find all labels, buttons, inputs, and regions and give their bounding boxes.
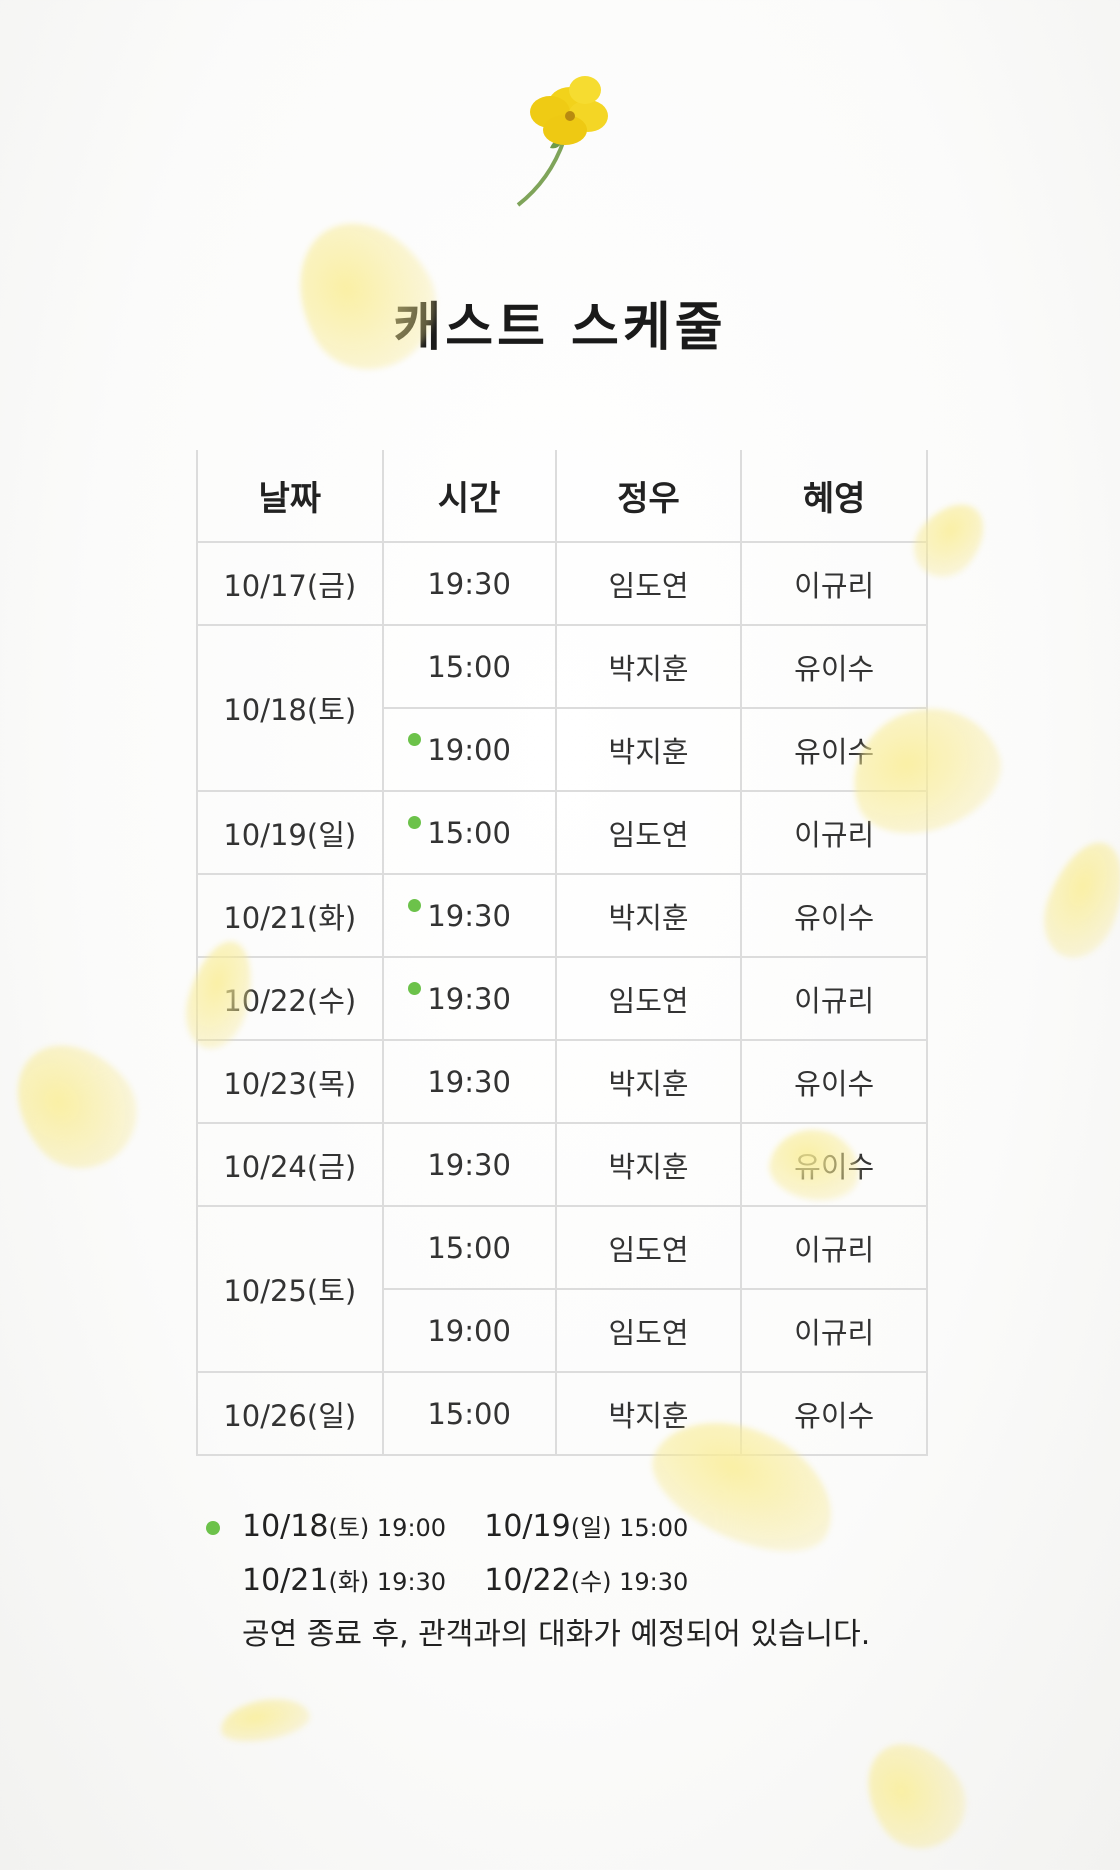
- table-row: 10/22(수) 19:30 임도연 이규리: [196, 956, 928, 1041]
- date-cell: 10/25(토): [196, 1205, 384, 1373]
- table-row: 10/18(토) 15:00 박지훈 유이수: [196, 624, 928, 792]
- time-cell: 15:00: [381, 624, 557, 709]
- date-cell: 10/26(일): [196, 1371, 384, 1456]
- time-text: 19:30: [427, 981, 511, 1016]
- header-jungwoo: 정우: [554, 450, 743, 543]
- time-cell: 15:00: [381, 1205, 557, 1290]
- time-cell: 19:00: [381, 1288, 557, 1373]
- note-date: 10/18: [242, 1509, 329, 1544]
- note-time: 19:30: [369, 1568, 447, 1596]
- petal-decoration: [1031, 831, 1120, 969]
- table-header-row: 날짜 시간 정우 혜영: [196, 450, 928, 543]
- time-text: 19:00: [427, 732, 511, 767]
- date-cell: 10/21(화): [196, 873, 384, 958]
- table-row: 10/21(화) 19:30 박지훈 유이수: [196, 873, 928, 958]
- note-day: (토): [328, 1514, 370, 1542]
- time-cell: 19:30: [381, 1122, 557, 1207]
- talk-event-dot-icon: [407, 816, 421, 829]
- talk-event-description: 공연 종료 후, 관객과의 대화가 예정되어 있습니다.: [242, 1617, 871, 1652]
- time-text: 15:00: [427, 1396, 511, 1431]
- time-cell: 19:30: [381, 956, 557, 1041]
- table-row: 10/17(금) 19:30 임도연 이규리: [196, 541, 928, 626]
- header-date: 날짜: [196, 450, 384, 543]
- date-cell: 10/18(토): [196, 624, 384, 792]
- table-row: 10/19(일) 15:00 임도연 이규리: [196, 790, 928, 875]
- notes-line: 10/18(토) 19:00 10/19(일) 15:00: [206, 1500, 870, 1554]
- hyeyoung-cast-cell: 이규리: [740, 790, 928, 875]
- note-day: (화): [328, 1568, 370, 1596]
- hyeyoung-cast-cell: 이규리: [740, 1205, 928, 1290]
- time-cell: 15:00: [381, 1371, 557, 1456]
- jungwoo-cast-cell: 박지훈: [554, 1122, 743, 1207]
- note-time: 15:00: [611, 1514, 689, 1542]
- hyeyoung-cast-cell: 이규리: [740, 1288, 928, 1373]
- time-cell: 15:00: [381, 790, 557, 875]
- petal-decoration: [846, 1724, 984, 1866]
- time-text: 19:00: [427, 1313, 511, 1348]
- table-row: 10/26(일) 15:00 박지훈 유이수: [196, 1371, 928, 1456]
- talk-event-dot-icon: [206, 1521, 220, 1535]
- hyeyoung-cast-cell: 유이수: [740, 873, 928, 958]
- jungwoo-cast-cell: 임도연: [554, 1288, 743, 1373]
- note-day: (일): [570, 1514, 612, 1542]
- hyeyoung-cast-cell: 이규리: [740, 541, 928, 626]
- jungwoo-cast-cell: 박지훈: [554, 1371, 743, 1456]
- time-text: 19:30: [427, 898, 511, 933]
- time-cell: 19:30: [381, 541, 557, 626]
- table-row: 10/25(토) 15:00 임도연 이규리: [196, 1205, 928, 1373]
- note-date: 10/21: [242, 1563, 329, 1598]
- note-time: 19:00: [369, 1514, 447, 1542]
- date-cell: 10/19(일): [196, 790, 384, 875]
- notes-line: 공연 종료 후, 관객과의 대화가 예정되어 있습니다.: [206, 1608, 870, 1662]
- hyeyoung-cast-cell: 유이수: [740, 1039, 928, 1124]
- header-hyeyoung: 혜영: [740, 450, 928, 543]
- time-text: 15:00: [427, 815, 511, 850]
- jungwoo-cast-cell: 박지훈: [554, 624, 743, 709]
- note-date: 10/22: [484, 1563, 571, 1598]
- hyeyoung-cast-cell: 유이수: [740, 1122, 928, 1207]
- time-text: 19:30: [427, 566, 511, 601]
- note-time: 19:30: [611, 1568, 689, 1596]
- note-date: 10/19: [484, 1509, 571, 1544]
- jungwoo-cast-cell: 임도연: [554, 541, 743, 626]
- jungwoo-cast-cell: 박지훈: [554, 873, 743, 958]
- petal-decoration: [0, 1019, 159, 1191]
- table-row: 10/24(금) 19:30 박지훈 유이수: [196, 1122, 928, 1207]
- hyeyoung-cast-cell: 유이수: [740, 707, 928, 792]
- time-text: 19:30: [427, 1147, 511, 1182]
- jungwoo-cast-cell: 임도연: [554, 790, 743, 875]
- date-cell: 10/24(금): [196, 1122, 384, 1207]
- jungwoo-cast-cell: 박지훈: [554, 707, 743, 792]
- date-cell: 10/23(목): [196, 1039, 384, 1124]
- date-cell: 10/22(수): [196, 956, 384, 1041]
- header-time: 시간: [381, 450, 557, 543]
- time-text: 15:00: [427, 1230, 511, 1265]
- note-day: (수): [570, 1568, 612, 1596]
- talk-event-dot-icon: [407, 982, 421, 995]
- time-cell: 19:30: [381, 873, 557, 958]
- talk-event-notes: 10/18(토) 19:00 10/19(일) 15:00 10/21(화) 1…: [206, 1500, 870, 1662]
- talk-event-dot-icon: [407, 899, 421, 912]
- time-text: 19:30: [427, 1064, 511, 1099]
- cast-schedule-table: 날짜 시간 정우 혜영 10/17(금) 19:30 임도연 이규리 10/18…: [196, 450, 928, 1456]
- hyeyoung-cast-cell: 유이수: [740, 624, 928, 709]
- talk-event-dot-icon: [407, 733, 421, 746]
- time-cell: 19:00: [381, 707, 557, 792]
- jungwoo-cast-cell: 임도연: [554, 956, 743, 1041]
- date-cell: 10/17(금): [196, 541, 384, 626]
- hyeyoung-cast-cell: 이규리: [740, 956, 928, 1041]
- notes-line: 10/21(화) 19:30 10/22(수) 19:30: [206, 1554, 870, 1608]
- flower-icon: [516, 76, 608, 207]
- table-row: 10/23(목) 19:30 박지훈 유이수: [196, 1039, 928, 1124]
- jungwoo-cast-cell: 임도연: [554, 1205, 743, 1290]
- petal-decoration: [217, 1692, 313, 1748]
- time-text: 15:00: [427, 649, 511, 684]
- page-title: 캐스트 스케줄: [393, 297, 727, 358]
- jungwoo-cast-cell: 박지훈: [554, 1039, 743, 1124]
- time-cell: 19:30: [381, 1039, 557, 1124]
- hyeyoung-cast-cell: 유이수: [740, 1371, 928, 1456]
